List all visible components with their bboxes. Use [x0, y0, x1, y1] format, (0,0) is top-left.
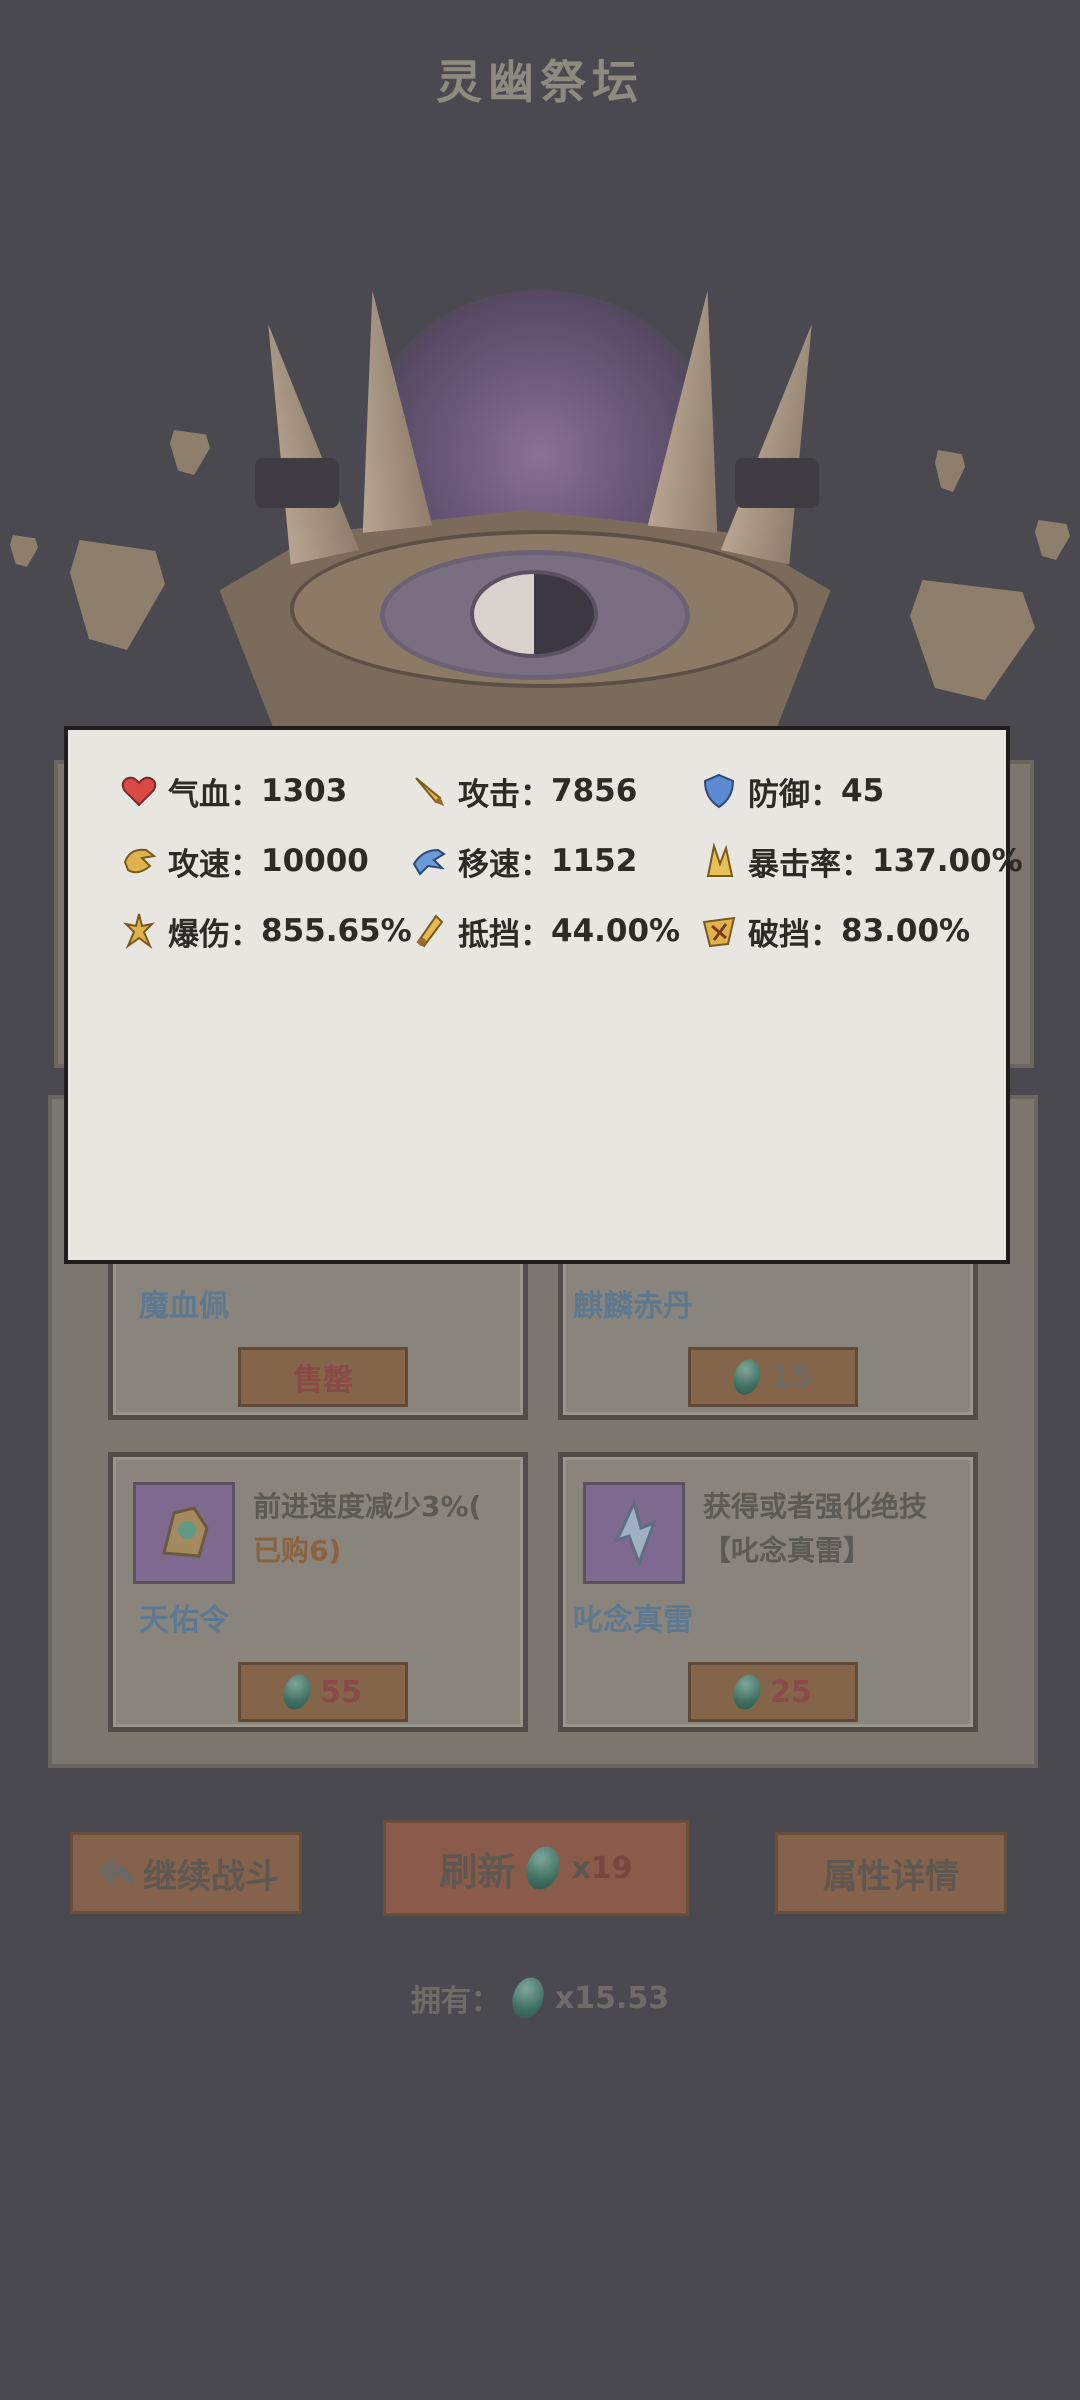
stat-move-speed: 移速： 1152 [410, 838, 700, 884]
horn-band [255, 458, 339, 508]
owned-label: 拥有： [410, 1984, 501, 2019]
shop-card[interactable]: 获得或者强化绝技 【叱念真雷】 叱念真雷 25 [558, 1452, 978, 1732]
floating-rock [70, 540, 165, 650]
stat-value: 44.00% [551, 913, 681, 949]
sold-out-button[interactable]: 售罄 [238, 1347, 408, 1407]
stat-value: 855.65% [261, 913, 412, 949]
stat-label: 暴击率： [748, 846, 872, 883]
floating-rock [10, 535, 38, 567]
stat-value: 7856 [551, 773, 638, 809]
owned-currency: 拥有： x15.53 [0, 1973, 1080, 2023]
heart-icon [121, 776, 157, 807]
page-title: 灵幽祭坛 [436, 55, 644, 109]
jade-gem-icon [279, 1670, 316, 1714]
stat-attack-speed: 攻速： 10000 [120, 838, 410, 884]
refresh-cost-prefix: x [571, 1850, 591, 1886]
refresh-button[interactable]: 刷新 x19 [383, 1820, 689, 1916]
item-name: 魔血佩 [139, 1289, 229, 1324]
continue-battle-button[interactable]: 继续战斗 [70, 1832, 302, 1914]
stats-grid: 气血： 1303 攻击： 7856 防御： 45 攻速： 10000 移速： 1152 暴… [120, 768, 1023, 954]
attribute-details-button[interactable]: 属性详情 [775, 1832, 1007, 1914]
stat-value: 45 [841, 773, 885, 809]
floating-rock [1035, 520, 1070, 560]
horn-right-outer [721, 315, 839, 564]
shop-card[interactable]: 前进速度减少3%( 已购6) 天佑令 55 [108, 1452, 528, 1732]
continue-battle-label: 继续战斗 [143, 1856, 279, 1897]
crit-rate-icon [706, 842, 734, 877]
attack-speed-icon [123, 848, 157, 874]
stat-value: 1303 [261, 773, 348, 809]
item-description: 获得或者强化绝技 [703, 1490, 928, 1523]
altar-scene [0, 140, 1080, 740]
item-name: 麒麟赤丹 [573, 1289, 693, 1324]
refresh-cost: 19 [590, 1850, 633, 1886]
jade-gem-icon [521, 1842, 566, 1894]
move-speed-icon [412, 848, 446, 876]
jade-gem-icon [729, 1355, 766, 1399]
stat-block: 抵挡： 44.00% [410, 908, 700, 954]
stat-label: 防御： [748, 776, 841, 813]
stat-break-block: 破挡： 83.00% [700, 908, 1000, 954]
stat-attack: 攻击： 7856 [410, 768, 700, 814]
buy-button[interactable]: 55 [238, 1662, 408, 1722]
buy-button[interactable]: 25 [688, 1662, 858, 1722]
horn-band [735, 458, 819, 508]
horn-left-outer [241, 315, 359, 564]
lightning-crystal-icon [583, 1482, 685, 1584]
floating-rock [910, 580, 1035, 700]
shop-card[interactable]: 魔血佩 售罄 [108, 1240, 528, 1420]
jade-gem-icon [729, 1670, 766, 1714]
block-icon [416, 914, 444, 948]
attribute-details-label: 属性详情 [823, 1856, 959, 1897]
stat-label: 攻速： [168, 846, 261, 883]
taiji-symbol-icon [470, 570, 598, 658]
sword-icon [415, 777, 444, 806]
stat-hp: 气血： 1303 [120, 768, 410, 814]
item-skill-name: 【叱念真雷】 [703, 1534, 872, 1567]
stat-label: 攻击： [458, 776, 551, 813]
price-value: 55 [320, 1674, 362, 1710]
refresh-label: 刷新 [439, 1849, 516, 1894]
price-value: 25 [770, 1674, 812, 1710]
stat-label: 爆伤： [168, 916, 261, 953]
item-description: 前进速度减少3%( [253, 1490, 482, 1523]
floating-rock [170, 430, 210, 475]
floating-rock [935, 450, 965, 492]
item-name: 天佑令 [139, 1603, 229, 1638]
stat-label: 抵挡： [458, 916, 551, 953]
stat-label: 移速： [458, 846, 551, 883]
break-block-icon [702, 916, 736, 948]
buy-button[interactable]: 15 [688, 1347, 858, 1407]
item-name: 叱念真雷 [573, 1603, 693, 1638]
stat-value: 137.00% [872, 843, 1023, 879]
dragon-token-icon [133, 1482, 235, 1584]
stat-value: 1152 [551, 843, 638, 879]
shield-icon [703, 773, 735, 809]
stat-value: 83.00% [841, 913, 971, 949]
stat-defense: 防御： 45 [700, 768, 1000, 814]
shop-card[interactable]: 麒麟赤丹 15 [558, 1240, 978, 1420]
price-value: 15 [770, 1359, 812, 1395]
jade-gem-icon [507, 1973, 549, 2023]
item-purchased-count: 已购6) [253, 1534, 342, 1567]
stat-label: 破挡： [748, 916, 841, 953]
owned-value: x15.53 [554, 1980, 670, 2016]
back-arrow-icon [97, 1857, 133, 1889]
stat-label: 气血： [168, 776, 261, 813]
stat-value: 10000 [261, 843, 369, 879]
attribute-popup[interactable]: 气血： 1303 攻击： 7856 防御： 45 攻速： 10000 移速： 1152 暴… [64, 726, 1023, 1264]
stat-crit-damage: 爆伤： 855.65% [120, 908, 412, 954]
stat-crit-rate: 暴击率： 137.00% [700, 838, 1023, 884]
crit-damage-icon [122, 913, 156, 949]
price-label: 售罄 [293, 1363, 353, 1398]
